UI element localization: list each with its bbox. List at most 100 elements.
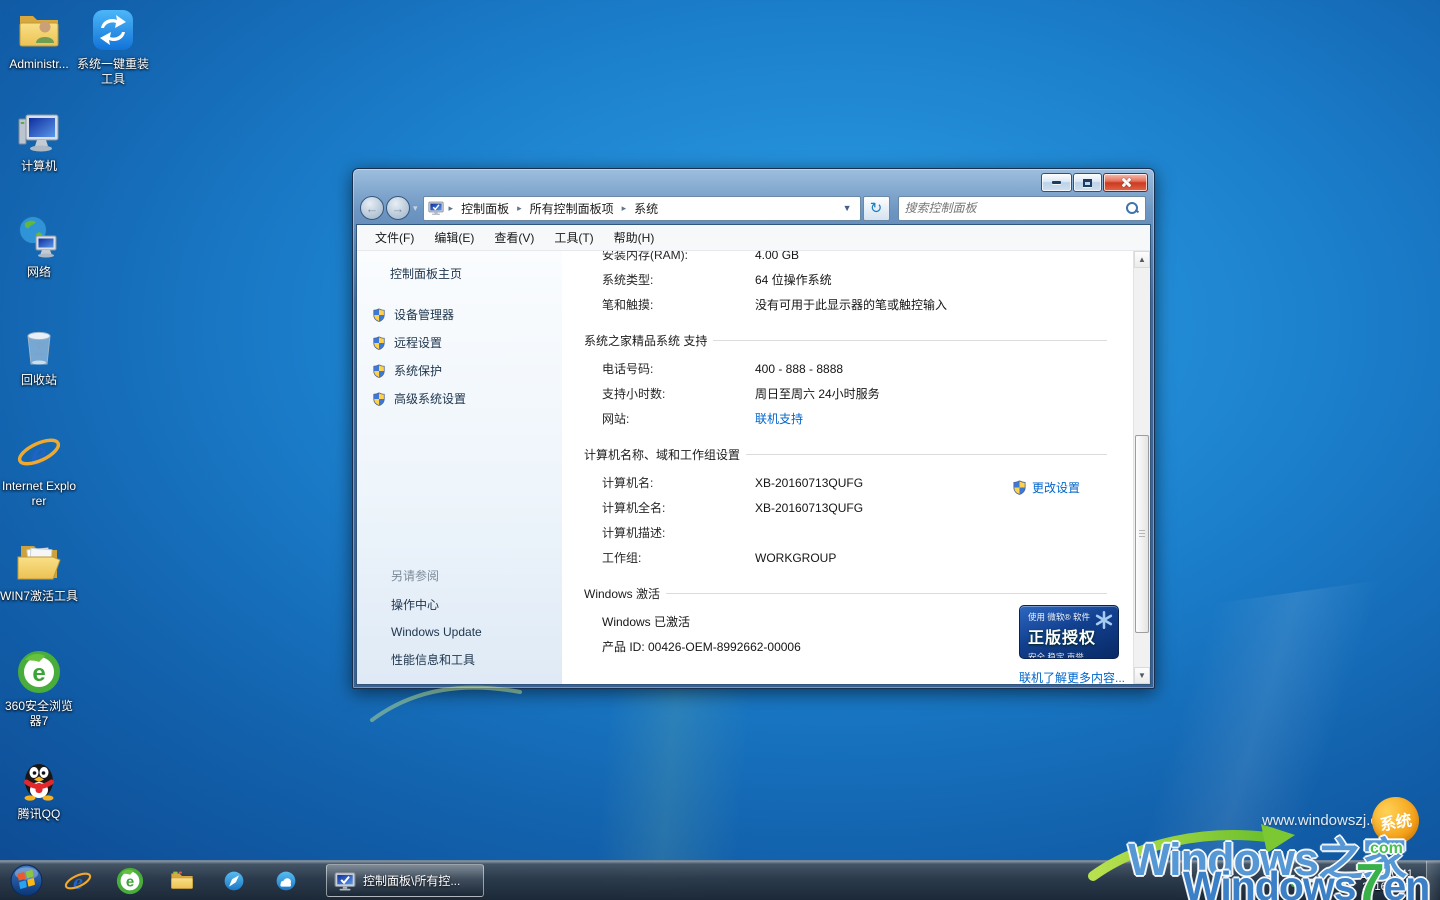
taskbar-clock[interactable]: 上午 10:41 2016/7/13 — [1356, 868, 1417, 894]
system-page-icon — [428, 200, 444, 216]
sidebar: 控制面板主页 设备管理器 远程设置 系统保护 高级系统设置 — [357, 251, 562, 684]
maximize-button[interactable] — [1073, 173, 1102, 192]
search-input[interactable] — [905, 201, 1125, 215]
row-value: 4.00 GB — [755, 251, 799, 262]
show-hidden-icons-arrow[interactable] — [1267, 878, 1275, 883]
desktop-icon-computer[interactable]: 计算机 — [0, 108, 78, 174]
support-row-hours: 支持小时数: 周日至周六 24小时服务 — [602, 381, 1133, 406]
watermark-badge: 系统 — [1368, 793, 1422, 847]
desktop-icon-win7-activation-tool[interactable]: WIN7激活工具 — [0, 538, 78, 604]
row-value: XB-20160713QUFG — [755, 501, 863, 515]
windows-activation-section: Windows 激活 Windows 已激活 产品 ID: 00426-OEM-… — [584, 585, 1133, 659]
taskbar-360-browser-button[interactable] — [104, 861, 156, 900]
scroll-down-arrow[interactable]: ▼ — [1134, 667, 1150, 684]
address-bar[interactable]: ▸ 控制面板 ▸ 所有控制面板项 ▸ 系统 ▼ — [423, 196, 861, 221]
desktop-icon-recycle-bin[interactable]: 回收站 — [0, 322, 78, 388]
show-desktop-button[interactable] — [1426, 861, 1440, 900]
change-settings-link[interactable]: 更改设置 — [1012, 479, 1080, 496]
online-support-link[interactable]: 联机支持 — [755, 410, 803, 427]
desktop-icon-360-browser[interactable]: 360安全浏览器7 — [0, 648, 78, 729]
sidebar-item-windows-update[interactable]: Windows Update — [391, 625, 562, 639]
desktop-icon-network[interactable]: 网络 — [0, 214, 78, 280]
row-value: 没有可用于此显示器的笔或触控输入 — [755, 296, 947, 313]
desktop-icon-label: 腾讯QQ — [0, 807, 78, 822]
computer-icon — [15, 108, 63, 156]
section-rule — [746, 454, 1107, 455]
sidebar-item-system-protection[interactable]: 系统保护 — [372, 362, 562, 379]
sidebar-item-device-manager[interactable]: 设备管理器 — [372, 306, 562, 323]
close-button[interactable] — [1103, 173, 1148, 192]
desktop-icon-internet-explorer[interactable]: Internet Explorer — [0, 428, 78, 509]
desktop-icon-label: Internet Explorer — [0, 479, 78, 509]
breadcrumb-control-panel[interactable]: 控制面板 — [458, 199, 512, 218]
windows-start-orb-icon — [8, 862, 45, 899]
refresh-button[interactable]: ↻ — [863, 196, 890, 221]
360-browser-icon — [115, 866, 145, 896]
recycle-bin-icon — [15, 322, 63, 370]
desktop-icon-label: 回收站 — [0, 373, 78, 388]
uac-shield-icon — [372, 392, 386, 406]
volume-icon[interactable] — [1308, 873, 1323, 888]
action-center-flag-icon[interactable] — [1284, 873, 1299, 888]
scrollbar-thumb[interactable] — [1135, 435, 1149, 633]
menu-view[interactable]: 查看(V) — [484, 226, 544, 249]
vertical-scrollbar[interactable]: ▲ ▼ — [1133, 251, 1150, 684]
change-settings-label[interactable]: 更改设置 — [1032, 479, 1080, 496]
window-titlebar[interactable] — [353, 169, 1154, 191]
sidebar-item-advanced-system-settings[interactable]: 高级系统设置 — [372, 390, 562, 407]
desktop-icon-administrator[interactable]: Administr... — [0, 6, 78, 72]
network-icon[interactable] — [1332, 873, 1347, 888]
minimize-button[interactable] — [1041, 173, 1072, 192]
sidebar-item-action-center[interactable]: 操作中心 — [391, 596, 562, 613]
row-label: 计算机名: — [602, 474, 755, 491]
360-browser-icon — [15, 648, 63, 696]
breadcrumb-all-items[interactable]: 所有控制面板项 — [527, 199, 617, 218]
taskbar-explorer-button[interactable] — [156, 861, 208, 900]
uac-shield-icon — [1012, 480, 1027, 495]
row-value: 周日至周六 24小时服务 — [755, 385, 880, 402]
section-rule — [666, 593, 1107, 594]
row-value: XB-20160713QUFG — [755, 476, 863, 490]
forward-button[interactable]: → — [386, 196, 410, 220]
sidebar-item-label: 高级系统设置 — [394, 390, 466, 407]
start-button[interactable] — [0, 861, 52, 900]
menu-tools[interactable]: 工具(T) — [544, 226, 603, 249]
search-box[interactable] — [898, 196, 1146, 221]
row-label: 笔和触摸: — [602, 296, 755, 313]
back-button[interactable]: ← — [360, 196, 384, 220]
section-header-activation: Windows 激活 — [584, 585, 1107, 602]
network-globe-icon — [15, 214, 63, 262]
sidebar-item-performance-tools[interactable]: 性能信息和工具 — [391, 651, 562, 668]
desktop: { "desktop": { "icons": [ { "id": "admin… — [0, 0, 1440, 900]
search-icon[interactable] — [1125, 201, 1139, 215]
desktop-icon-label: 计算机 — [0, 159, 78, 174]
learn-more-online-link[interactable]: 联机了解更多内容... — [1019, 669, 1125, 684]
desktop-icon-label: 网络 — [0, 265, 78, 280]
menu-edit[interactable]: 编辑(E) — [424, 226, 484, 249]
taskbar-cloud-app-button[interactable] — [260, 861, 312, 900]
watermark-badge-label: 系统 — [1378, 806, 1414, 835]
address-dropdown-icon[interactable]: ▼ — [839, 203, 856, 213]
sidebar-item-remote-settings[interactable]: 远程设置 — [372, 334, 562, 351]
cn-row-full-name: 计算机全名: XB-20160713QUFG — [602, 495, 1133, 520]
row-label: 工作组: — [602, 549, 755, 566]
close-icon — [1120, 177, 1131, 188]
menu-file[interactable]: 文件(F) — [365, 226, 424, 249]
breadcrumb-system[interactable]: 系统 — [631, 199, 661, 218]
taskbar-active-window-control-panel[interactable]: 控制面板\所有控... — [326, 864, 484, 897]
desktop-icon-system-reinstall-tool[interactable]: 系统一键重装工具 — [74, 6, 152, 87]
taskbar: 控制面板\所有控... 上午 10:41 2016/7/13 — [0, 860, 1440, 900]
taskbar-ie-button[interactable] — [52, 861, 104, 900]
desktop-icon-label: Administr... — [0, 57, 78, 72]
recent-pages-chevron[interactable]: ▾ — [413, 203, 418, 214]
sidebar-item-control-panel-home[interactable]: 控制面板主页 — [390, 265, 562, 282]
breadcrumb-separator: ▸ — [447, 203, 456, 214]
desktop-icon-tencent-qq[interactable]: 腾讯QQ — [0, 756, 78, 822]
compass-browser-icon — [219, 866, 249, 896]
menu-help[interactable]: 帮助(H) — [604, 226, 665, 249]
taskbar-compass-browser-button[interactable] — [208, 861, 260, 900]
support-row-phone: 电话号码: 400 - 888 - 8888 — [602, 356, 1133, 381]
scroll-up-arrow[interactable]: ▲ — [1134, 251, 1150, 268]
maximize-icon — [1083, 179, 1092, 187]
badge-line3: 安全 稳定 声誉 — [1028, 651, 1110, 659]
